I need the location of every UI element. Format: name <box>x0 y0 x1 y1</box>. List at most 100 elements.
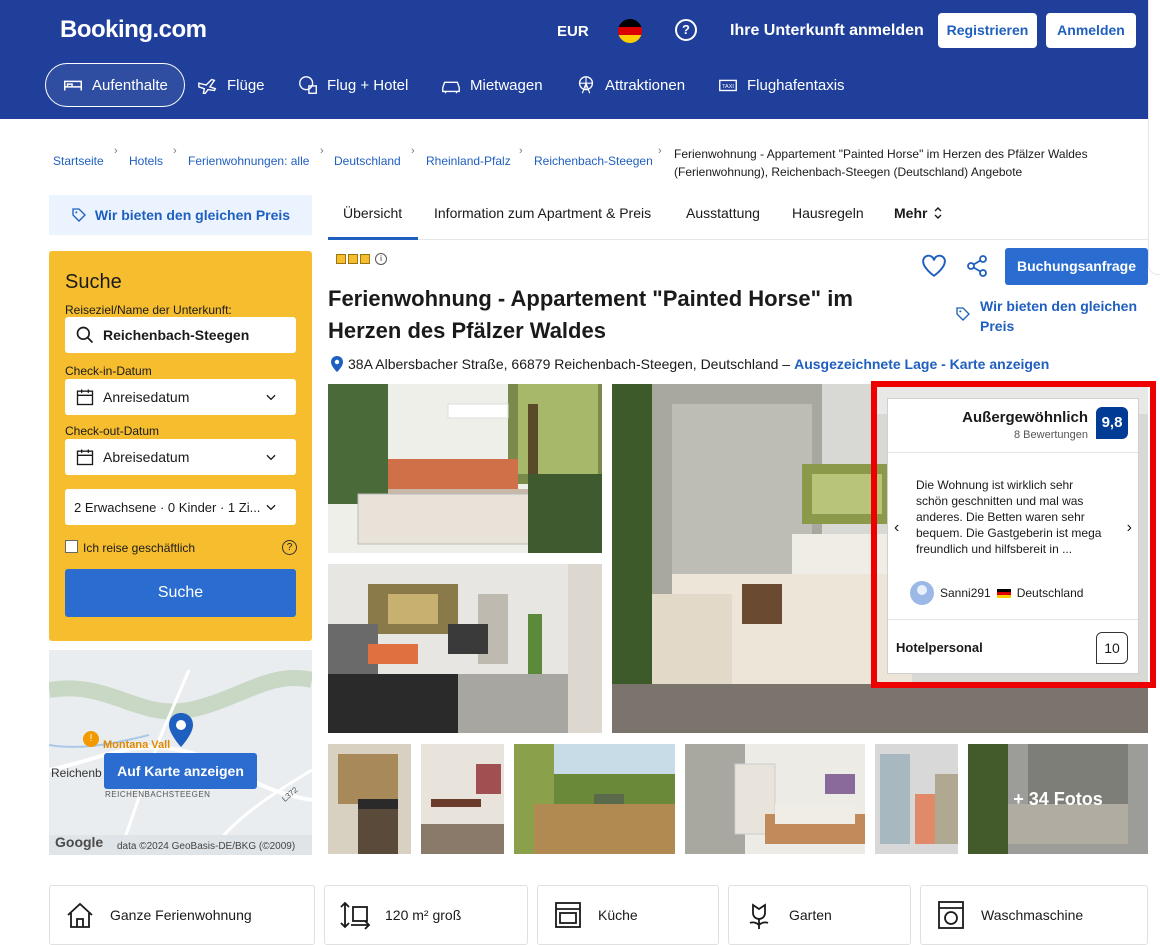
share-icon[interactable] <box>965 254 989 278</box>
photo-thumb-bedroom[interactable] <box>685 744 865 854</box>
germany-flag-icon <box>996 588 1011 598</box>
language-flag-icon[interactable] <box>618 19 642 43</box>
location-pin-icon <box>331 356 343 372</box>
list-property-link[interactable]: Ihre Unterkunft anmelden <box>730 22 924 40</box>
map-preview[interactable]: ! Montana Vall Reichenb REICHENBACHSTEEG… <box>49 650 312 855</box>
staff-rating-label: Hotelpersonal <box>896 640 983 655</box>
login-button[interactable]: Anmelden <box>1046 13 1136 48</box>
facility-kitchen: Küche <box>537 885 719 945</box>
photo-thumb-dining[interactable] <box>421 744 504 854</box>
chevron-down-icon <box>266 394 276 401</box>
review-card: Außergewöhnlich 8 Bewertungen 9,8 ‹ Die … <box>887 398 1139 674</box>
car-icon <box>442 81 460 94</box>
map-place-label: Montana Vall <box>103 739 171 751</box>
review-count[interactable]: 8 Bewertungen <box>1014 429 1088 441</box>
search-title: Suche <box>65 271 122 293</box>
calendar-icon <box>76 449 94 466</box>
heart-icon[interactable] <box>921 254 947 278</box>
photo-image <box>875 744 958 854</box>
photo-bedroom[interactable] <box>328 384 602 553</box>
nav-airport-taxis[interactable]: TAXI Flughafentaxis <box>717 63 845 107</box>
price-match-banner[interactable]: Wir bieten den gleichen Preis <box>49 195 312 235</box>
side-panel-edge <box>1148 0 1160 275</box>
active-tab-indicator <box>328 237 418 240</box>
price-match-link[interactable]: Wir bieten den gleichen Preis <box>955 296 1145 336</box>
breadcrumb-holiday-apartments[interactable]: Ferienwohnungen: alle <box>188 154 309 168</box>
tag-icon <box>956 307 970 321</box>
star-icon <box>336 254 346 264</box>
review-next-button[interactable]: › <box>1127 519 1132 537</box>
breadcrumb-germany[interactable]: Deutschland <box>334 154 401 168</box>
info-icon[interactable]: i <box>375 253 387 265</box>
nav-car-rental[interactable]: Mietwagen <box>440 63 543 107</box>
google-logo: Google <box>55 834 104 850</box>
business-trip-label: Ich reise geschäftlich <box>83 541 196 555</box>
avatar <box>910 581 934 605</box>
booking-logo[interactable]: Booking.com <box>60 16 207 44</box>
nav-label: Aufenthalte <box>92 76 168 94</box>
checkout-value: Abreisedatum <box>103 449 190 465</box>
property-title: Ferienwohnung - Appartement "Painted Hor… <box>328 286 853 343</box>
checkin-field[interactable]: Anreisedatum <box>65 379 296 415</box>
reviewer-country: Deutschland <box>1016 586 1084 600</box>
location-pin-icon <box>169 713 193 747</box>
guests-selector[interactable]: 2 Erwachsene · 0 Kinder · 1 Zi... <box>65 489 296 525</box>
show-on-map-button[interactable]: Auf Karte anzeigen <box>104 753 257 789</box>
facility-size: 120 m² groß <box>324 885 528 945</box>
breadcrumb-current: Ferienwohnung - Appartement "Painted Hor… <box>674 147 1088 179</box>
facility-entire-apartment: Ganze Ferienwohnung <box>49 885 315 945</box>
more-photos-label: + 34 Fotos <box>968 744 1148 854</box>
star-rating <box>336 254 370 264</box>
breadcrumb-hotels[interactable]: Hotels <box>129 154 163 168</box>
photo-thumb-terrace[interactable] <box>514 744 675 854</box>
breadcrumb-rhineland-palatinate[interactable]: Rheinland-Pfalz <box>426 154 511 168</box>
tab-more[interactable]: Mehr <box>894 205 943 221</box>
breadcrumb-city[interactable]: Reichenbach-Steegen <box>534 154 653 168</box>
tab-overview[interactable]: Übersicht <box>343 205 402 221</box>
checkout-label: Check-out-Datum <box>65 424 160 438</box>
destination-input[interactable]: Reichenbach-Steegen <box>65 317 296 353</box>
chevron-down-icon <box>266 454 276 461</box>
map-place-label: REICHENBACHSTEEGEN <box>105 790 211 799</box>
checkin-label: Check-in-Datum <box>65 364 152 378</box>
destination-value: Reichenbach-Steegen <box>103 327 250 343</box>
facility-garden: Garten <box>728 885 911 945</box>
currency-selector[interactable]: EUR <box>557 23 589 40</box>
facility-washing-machine: Waschmaschine <box>920 885 1148 945</box>
review-prev-button[interactable]: ‹ <box>894 519 899 537</box>
nav-label: Mietwagen <box>470 76 543 94</box>
svg-text:TAXI: TAXI <box>722 84 734 90</box>
help-icon[interactable]: ? <box>282 540 297 555</box>
show-map-link[interactable]: Ausgezeichnete Lage - Karte anzeigen <box>794 356 1049 372</box>
photo-thumb-bathroom[interactable] <box>875 744 958 854</box>
register-button[interactable]: Registrieren <box>938 13 1037 48</box>
photo-thumb-kitchen[interactable] <box>328 744 411 854</box>
reviewer-name: Sanni291 <box>940 586 991 600</box>
breadcrumb-separator: › <box>173 145 177 157</box>
divider <box>888 619 1138 620</box>
oven-icon <box>555 902 581 928</box>
tab-info-price[interactable]: Information zum Apartment & Preis <box>434 205 651 221</box>
property-tabs: Übersicht Information zum Apartment & Pr… <box>328 195 1148 240</box>
search-button[interactable]: Suche <box>65 569 296 617</box>
help-icon[interactable]: ? <box>675 19 697 41</box>
nav-stays[interactable]: Aufenthalte <box>45 63 185 107</box>
search-panel: Suche Reiseziel/Name der Unterkunft: Rei… <box>49 251 312 641</box>
star-icon <box>360 254 370 264</box>
price-match-label: Wir bieten den gleichen Preis <box>980 298 1138 334</box>
bed-icon <box>64 80 82 91</box>
nav-flights[interactable]: Flüge <box>197 63 265 107</box>
facility-label: Garten <box>789 907 832 923</box>
tab-house-rules[interactable]: Hausregeln <box>792 205 864 221</box>
tab-facilities[interactable]: Ausstattung <box>686 205 760 221</box>
photo-living-room[interactable] <box>328 564 602 733</box>
tab-more-label: Mehr <box>894 205 928 221</box>
nav-attractions[interactable]: Attraktionen <box>575 63 685 107</box>
business-trip-checkbox[interactable] <box>65 540 78 553</box>
nav-flight-hotel[interactable]: Flug + Hotel <box>297 63 408 107</box>
checkout-field[interactable]: Abreisedatum <box>65 439 296 475</box>
booking-request-button[interactable]: Buchungsanfrage <box>1005 248 1148 285</box>
star-icon <box>348 254 358 264</box>
breadcrumb-home[interactable]: Startseite <box>53 154 104 168</box>
photo-thumb-more[interactable]: + 34 Fotos <box>968 744 1148 854</box>
